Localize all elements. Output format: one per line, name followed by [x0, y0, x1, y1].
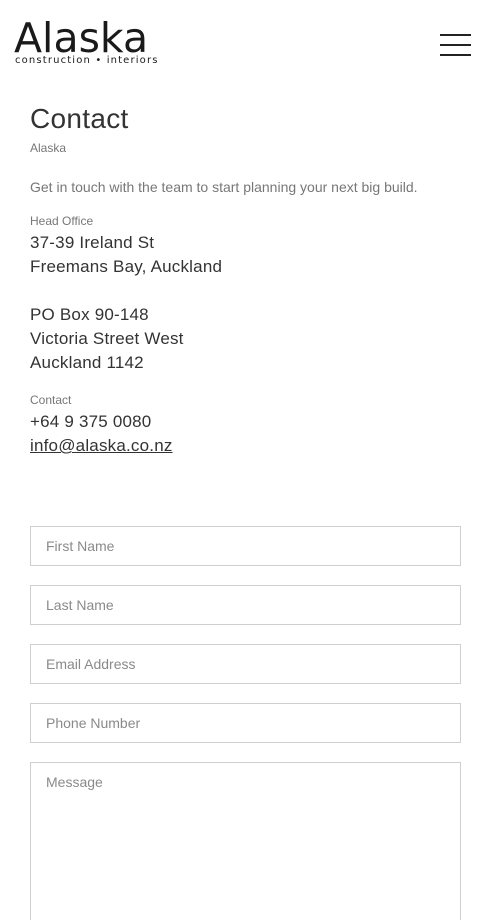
email-link[interactable]: info@alaska.co.nz	[30, 436, 173, 455]
intro-text: Get in touch with the team to start plan…	[30, 179, 418, 195]
hamburger-menu-icon[interactable]	[440, 33, 471, 58]
contact-form	[30, 526, 461, 920]
address-line: Auckland 1142	[30, 353, 144, 372]
address-line: Victoria Street West	[30, 329, 184, 348]
menu-bar	[440, 54, 471, 56]
logo-tagline: construction • interiors	[15, 55, 159, 66]
page-title: Contact	[30, 103, 129, 134]
last-name-input[interactable]	[30, 585, 461, 625]
postal-address: PO Box 90-148 Victoria Street West Auckl…	[30, 303, 462, 375]
phone-number[interactable]: +64 9 375 0080	[30, 410, 462, 434]
address-line: 37-39 Ireland St	[30, 233, 155, 252]
menu-bar	[440, 34, 471, 36]
phone-input[interactable]	[30, 703, 461, 743]
contact-label: Contact	[30, 393, 72, 407]
street-address: 37-39 Ireland St Freemans Bay, Auckland	[30, 231, 462, 279]
first-name-input[interactable]	[30, 526, 461, 566]
email-input[interactable]	[30, 644, 461, 684]
contact-content: Contact Alaska Get in touch with the tea…	[30, 102, 462, 458]
contact-details: +64 9 375 0080 info@alaska.co.nz	[30, 410, 462, 458]
head-office-label: Head Office	[30, 214, 94, 228]
breadcrumb[interactable]: Alaska	[30, 141, 462, 155]
address-line: PO Box 90-148	[30, 305, 149, 324]
logo-wordmark: Alaska	[14, 14, 149, 62]
contact-page: Alaska construction • interiors Contact …	[0, 0, 490, 920]
message-textarea[interactable]	[30, 762, 461, 920]
address-line: Freemans Bay, Auckland	[30, 257, 223, 276]
site-header: Alaska construction • interiors	[0, 0, 490, 90]
alaska-logo[interactable]: Alaska construction • interiors	[14, 16, 182, 68]
menu-bar	[440, 44, 471, 46]
